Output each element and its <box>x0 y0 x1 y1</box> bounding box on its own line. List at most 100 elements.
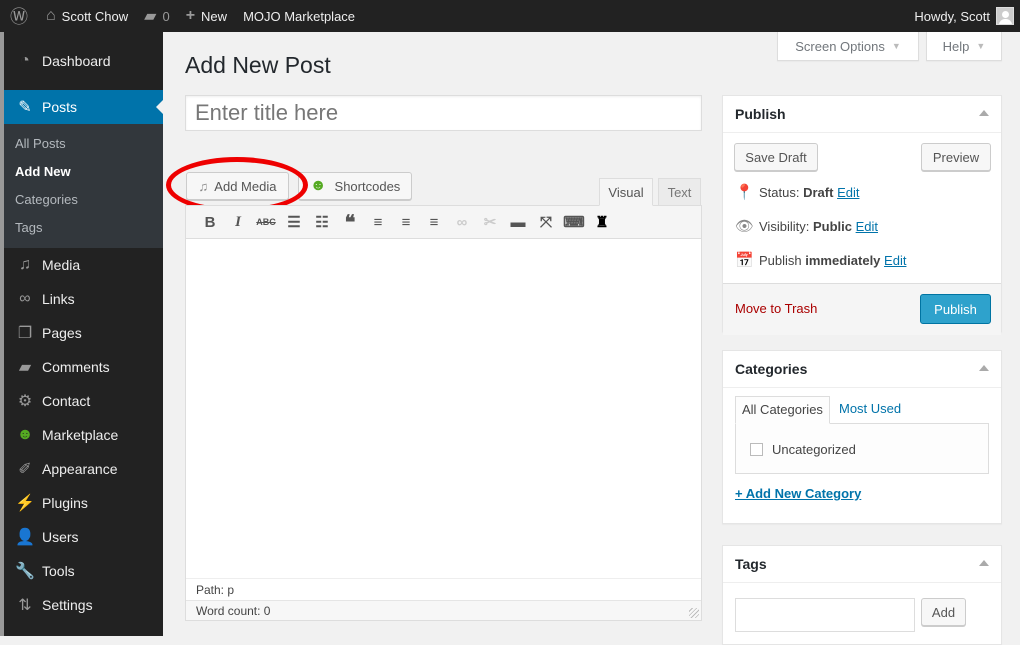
help-button[interactable]: Help ▼ <box>926 32 1002 61</box>
gear-icon: ⚙ <box>17 393 33 410</box>
align-center-icon[interactable]: ≡ <box>392 214 420 231</box>
comment-icon: ▰ <box>18 359 32 376</box>
collapse-arrow-icon[interactable] <box>979 560 989 566</box>
add-new-category-link[interactable]: + Add New Category <box>735 486 861 501</box>
post-editor: B I ABC ☰ ☷ ❝ ≡ ≡ ≡ ∞ ✂ ▬ ⤧ ⌨ ♜ Path: p … <box>185 205 702 621</box>
move-to-trash-link[interactable]: Move to Trash <box>735 301 817 316</box>
sidebar-item-settings[interactable]: ⇅ Settings <box>4 588 163 622</box>
tags-box: Tags Add <box>722 545 1002 645</box>
pin-icon: 📍 <box>735 184 754 201</box>
wordpress-logo-icon[interactable]: Ⓦ <box>0 0 38 32</box>
italic-icon[interactable]: I <box>224 214 252 231</box>
sidebar-item-comments[interactable]: ▰ Comments <box>4 350 163 384</box>
visibility-row: 👁 Visibility: Public Edit <box>735 218 879 235</box>
save-draft-button[interactable]: Save Draft <box>734 143 818 171</box>
add-tag-button[interactable]: Add <box>921 598 966 626</box>
sidebar-item-media[interactable]: ♫ Media <box>4 248 163 282</box>
bullet-list-icon[interactable]: ☰ <box>280 213 308 231</box>
shortcodes-button[interactable]: ☻ Shortcodes <box>298 172 412 200</box>
sidebar-item-marketplace[interactable]: ☻ Marketplace <box>4 418 163 452</box>
mojo-monster-icon: ☻ <box>309 177 327 194</box>
edit-status-link[interactable]: Edit <box>837 185 859 200</box>
fullscreen-icon[interactable]: ⤧ <box>532 214 560 231</box>
home-icon: ⌂ <box>46 7 56 24</box>
numbered-list-icon[interactable]: ☷ <box>308 213 336 231</box>
publish-box-header[interactable]: Publish <box>723 96 1001 133</box>
word-count: Word count: 0 <box>186 600 701 620</box>
mojo-monster-icon: ☻ <box>16 426 34 443</box>
category-list: Uncategorized <box>735 423 989 474</box>
tab-all-categories[interactable]: All Categories <box>735 396 830 424</box>
preview-button[interactable]: Preview <box>921 143 991 171</box>
align-left-icon[interactable]: ≡ <box>364 214 392 231</box>
admin-bar: Ⓦ ⌂ Scott Chow ▰ 0 + New MOJO Marketplace H… <box>0 0 1020 32</box>
publish-button[interactable]: Publish <box>920 294 991 324</box>
avatar <box>996 7 1014 25</box>
sidebar-item-plugins[interactable]: ⚡ Plugins <box>4 486 163 520</box>
link-icon: ∞ <box>19 290 31 307</box>
caret-down-icon: ▼ <box>891 41 901 51</box>
comments-link[interactable]: ▰ 0 <box>136 0 178 32</box>
mojo-marketplace-link[interactable]: MOJO Marketplace <box>235 0 363 32</box>
site-name-link[interactable]: ⌂ Scott Chow <box>38 0 136 32</box>
tab-most-used[interactable]: Most Used <box>839 401 901 416</box>
plug-icon: ⚡ <box>15 495 35 512</box>
link-icon[interactable]: ∞ <box>448 214 476 231</box>
align-right-icon[interactable]: ≡ <box>420 214 448 231</box>
submenu-all-posts[interactable]: All Posts <box>4 130 163 158</box>
sidebar-item-appearance[interactable]: ✐ Appearance <box>4 452 163 486</box>
sidebar-item-pages[interactable]: ❐ Pages <box>4 316 163 350</box>
blockquote-icon[interactable]: ❝ <box>336 210 364 235</box>
submenu-categories[interactable]: Categories <box>4 186 163 214</box>
edit-visibility-link[interactable]: Edit <box>856 219 878 234</box>
spy-hat-icon[interactable]: ♜ <box>588 213 616 231</box>
tab-text[interactable]: Text <box>658 178 701 206</box>
comment-icon: ▰ <box>144 8 157 25</box>
read-more-icon[interactable]: ▬ <box>504 214 532 231</box>
screen-options-button[interactable]: Screen Options ▼ <box>777 32 919 61</box>
category-checkbox[interactable] <box>750 443 763 456</box>
bold-icon[interactable]: B <box>196 214 224 231</box>
edit-schedule-link[interactable]: Edit <box>884 253 906 268</box>
sidebar-item-dashboard[interactable]: ◔ Dashboard <box>4 32 163 90</box>
calendar-icon: 📅 <box>735 252 754 269</box>
wrench-icon: 🔧 <box>15 563 35 580</box>
toolbar-toggle-icon[interactable]: ⌨ <box>560 213 588 231</box>
sidebar-item-posts[interactable]: ✎ Posts <box>4 90 163 124</box>
sidebar-item-links[interactable]: ∞ Links <box>4 282 163 316</box>
pin-icon: ✎ <box>18 99 32 116</box>
dashboard-icon: ◔ <box>20 52 30 69</box>
strikethrough-icon[interactable]: ABC <box>252 217 280 227</box>
settings-icon: ⇅ <box>18 597 32 614</box>
sidebar-item-users[interactable]: 👤 Users <box>4 520 163 554</box>
collapse-arrow-icon[interactable] <box>979 365 989 371</box>
sidebar-item-tools[interactable]: 🔧 Tools <box>4 554 163 588</box>
status-row: 📍 Status: Draft Edit <box>735 184 860 201</box>
submenu-tags[interactable]: Tags <box>4 214 163 242</box>
my-account[interactable]: Howdy, Scott <box>914 7 1020 25</box>
category-item: Uncategorized <box>750 442 856 457</box>
resize-handle[interactable] <box>689 608 699 618</box>
schedule-row: 📅 Publish immediately Edit <box>735 252 907 269</box>
posts-submenu: All Posts Add New Categories Tags <box>4 124 163 248</box>
tab-visual[interactable]: Visual <box>599 178 653 206</box>
tag-input[interactable] <box>735 598 915 632</box>
submenu-add-new[interactable]: Add New <box>4 158 163 186</box>
editor-content-area[interactable] <box>186 239 701 577</box>
page-title: Add New Post <box>185 52 331 78</box>
publish-box: Publish Save Draft Preview 📍 Status: Draf… <box>722 95 1002 335</box>
categories-box: Categories All Categories Most Used Unca… <box>722 350 1002 524</box>
editor-toolbar: B I ABC ☰ ☷ ❝ ≡ ≡ ≡ ∞ ✂ ▬ ⤧ ⌨ ♜ <box>186 206 701 239</box>
categories-box-header[interactable]: Categories <box>723 351 1001 388</box>
post-title-input[interactable]: Enter title here <box>185 95 702 131</box>
caret-down-icon: ▼ <box>976 41 986 51</box>
editor-path: Path: p <box>186 578 701 600</box>
unlink-icon[interactable]: ✂ <box>476 213 504 231</box>
tags-box-header[interactable]: Tags <box>723 546 1001 583</box>
pages-icon: ❐ <box>17 325 33 342</box>
new-content-link[interactable]: + New <box>178 0 235 32</box>
sidebar-item-contact[interactable]: ⚙ Contact <box>4 384 163 418</box>
collapse-arrow-icon[interactable] <box>979 110 989 116</box>
admin-sidebar: ◔ Dashboard ✎ Posts All Posts Add New Cate… <box>0 32 163 636</box>
eye-icon: 👁 <box>735 218 755 235</box>
